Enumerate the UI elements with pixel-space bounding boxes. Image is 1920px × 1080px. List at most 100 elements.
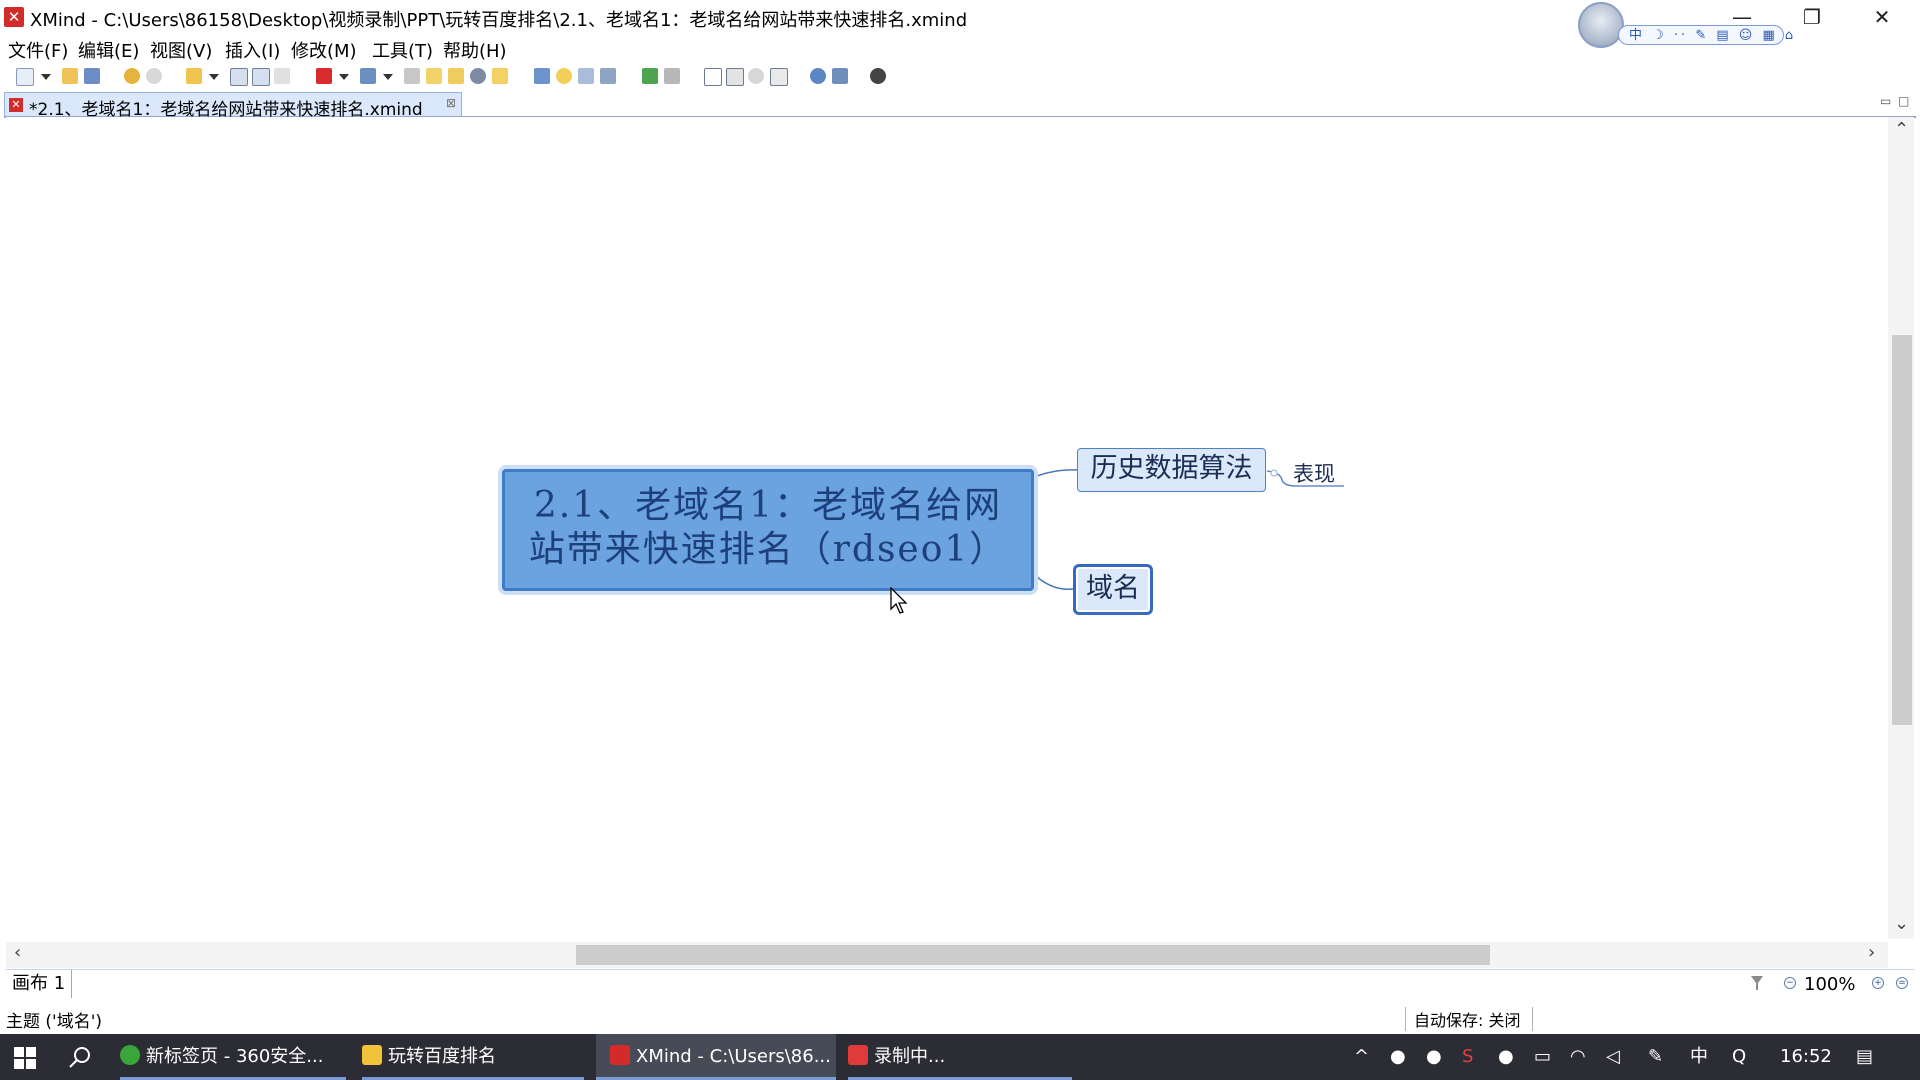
zoom-in-icon[interactable]: + xyxy=(1872,977,1884,989)
redo-icon[interactable] xyxy=(146,68,162,84)
chevron-down-icon[interactable] xyxy=(339,74,349,80)
document-tab[interactable]: ✕ *2.1、老域名1：老域名给网站带来快速排名.xmind ⊠ xyxy=(4,92,462,120)
zoom-fit-icon[interactable]: = xyxy=(1896,977,1908,989)
subtopic-performance[interactable]: 表现 xyxy=(1293,458,1335,488)
overview-icon[interactable] xyxy=(704,68,722,86)
taskbar-item-label: XMind - C:\Users\86... xyxy=(636,1046,831,1067)
battery-icon[interactable]: ▭ xyxy=(1534,1034,1551,1080)
qq-browser-tray-icon[interactable]: Q xyxy=(1732,1034,1746,1080)
taskbar-item-recorder[interactable]: 录制中... xyxy=(848,1034,1072,1080)
outline-icon[interactable] xyxy=(664,68,680,84)
menu-file[interactable]: 文件(F) xyxy=(8,37,68,63)
summary-icon[interactable] xyxy=(274,68,290,84)
editor-tab-strip: ✕ *2.1、老域名1：老域名给网站带来快速排名.xmind ⊠ xyxy=(4,92,1916,120)
windows-taskbar: 新标签页 - 360安全... 玩转百度排名 XMind - C:\Users\… xyxy=(0,1034,1920,1080)
upload-icon[interactable] xyxy=(832,68,848,84)
export-icon[interactable] xyxy=(810,68,826,84)
clock[interactable]: 16:52 xyxy=(1780,1034,1832,1080)
menu-modify[interactable]: 修改(M) xyxy=(291,37,357,63)
subtopic-icon[interactable] xyxy=(230,68,248,86)
tab-close-icon[interactable]: ⊠ xyxy=(446,96,456,110)
close-button[interactable]: ✕ xyxy=(1852,2,1912,32)
horizontal-scroll-thumb[interactable] xyxy=(576,945,1490,965)
central-topic[interactable]: 2.1、老域名1：老域名给网 站带来快速排名（rdseo1） xyxy=(502,469,1034,591)
taskbar-item-label: 新标签页 - 360安全... xyxy=(146,1046,324,1067)
comment-icon[interactable] xyxy=(492,68,508,84)
drilldown-icon[interactable] xyxy=(600,68,616,84)
notification-icon[interactable]: ▤ xyxy=(1856,1034,1873,1080)
volume-icon[interactable]: ◁ xyxy=(1606,1034,1620,1080)
qq-tray-icon[interactable]: ● xyxy=(1390,1034,1406,1080)
scroll-left-icon[interactable]: ‹ xyxy=(14,942,21,963)
image-icon[interactable] xyxy=(360,68,376,84)
title-bar: ✕ XMind - C:\Users\86158\Desktop\视频录制\PP… xyxy=(0,0,1920,48)
view-minimize-icon[interactable]: ▭ xyxy=(1880,94,1891,108)
chevron-down-icon[interactable] xyxy=(41,74,51,80)
settings-icon[interactable] xyxy=(870,68,886,84)
wifi-icon[interactable]: ◠ xyxy=(1570,1034,1586,1080)
taskbar-item-label: 录制中... xyxy=(874,1046,946,1067)
topic-icon[interactable] xyxy=(186,68,202,84)
status-bar: 主题 ('域名') 自动保存: 关闭 xyxy=(0,1003,1920,1033)
restore-button[interactable]: ❐ xyxy=(1782,2,1842,32)
filter-icon[interactable] xyxy=(578,68,594,84)
menu-tools[interactable]: 工具(T) xyxy=(372,37,433,63)
chevron-down-icon[interactable] xyxy=(209,74,219,80)
presentation-icon[interactable] xyxy=(316,68,332,84)
xmind-file-icon: ✕ xyxy=(9,98,23,112)
taskbar-item-xmind[interactable]: XMind - C:\Users\86... xyxy=(596,1034,836,1080)
new-icon[interactable] xyxy=(16,68,34,86)
label-icon[interactable] xyxy=(448,68,464,84)
sogou-ime-icon[interactable]: S xyxy=(1462,1034,1473,1080)
xmind-app-icon[interactable]: ✕ xyxy=(4,7,24,27)
taskbar-item-browser[interactable]: 新标签页 - 360安全... xyxy=(120,1034,346,1080)
sheet-tab[interactable]: 画布 1 xyxy=(6,970,73,998)
pen-icon[interactable]: ✎ xyxy=(1648,1034,1663,1080)
share-icon[interactable] xyxy=(770,68,788,86)
note-icon[interactable] xyxy=(426,68,442,84)
ime-indicator[interactable]: 中 xyxy=(1690,1034,1708,1080)
relationship-icon[interactable] xyxy=(556,68,572,84)
menu-insert[interactable]: 插入(I) xyxy=(225,37,280,63)
view-maximize-icon[interactable]: □ xyxy=(1898,94,1909,108)
hyperlink-icon[interactable] xyxy=(404,68,420,84)
zoom-icon[interactable] xyxy=(748,68,764,84)
scroll-right-icon[interactable]: › xyxy=(1868,942,1875,963)
filter-funnel-icon[interactable] xyxy=(1750,975,1764,991)
save-icon[interactable] xyxy=(84,68,100,84)
scroll-down-icon[interactable]: ⌄ xyxy=(1894,913,1909,934)
qq-tray-icon[interactable]: ● xyxy=(1498,1034,1514,1080)
zoom-out-icon[interactable]: − xyxy=(1784,977,1796,989)
qq-tray-icon[interactable]: ● xyxy=(1426,1034,1442,1080)
windows-start-icon[interactable] xyxy=(14,1047,36,1069)
branch-topic-domain[interactable]: 域名 xyxy=(1073,564,1153,615)
menu-edit[interactable]: 编辑(E) xyxy=(78,37,139,63)
xmind-taskbar-icon xyxy=(610,1045,630,1065)
browser-360-icon xyxy=(120,1045,140,1065)
menu-bar: 文件(F) 编辑(E) 视图(V) 插入(I) 修改(M) 工具(T) 帮助(H… xyxy=(0,34,1920,63)
central-topic-line1: 2.1、老域名1：老域名给网 xyxy=(533,485,1003,526)
drillup-icon[interactable] xyxy=(642,68,658,84)
minimize-button[interactable]: — xyxy=(1712,2,1772,32)
scroll-up-icon[interactable]: ⌃ xyxy=(1894,119,1909,140)
central-topic-line2: 站带来快速排名（rdseo1） xyxy=(528,529,1008,570)
tray-chevron-up-icon[interactable]: ^ xyxy=(1354,1034,1369,1080)
callout-icon[interactable] xyxy=(534,68,550,84)
open-icon[interactable] xyxy=(62,68,78,84)
taskbar-item-folder[interactable]: 玩转百度排名 xyxy=(362,1034,584,1080)
menu-help[interactable]: 帮助(H) xyxy=(443,37,507,63)
marker-icon[interactable] xyxy=(470,68,486,84)
vertical-scrollbar[interactable]: ⌃ ⌄ xyxy=(1888,117,1914,939)
chevron-down-icon[interactable] xyxy=(383,74,393,80)
search-icon[interactable] xyxy=(68,1046,92,1070)
branch-topic-history[interactable]: 历史数据算法 xyxy=(1077,448,1266,492)
recorder-icon xyxy=(848,1045,868,1065)
vertical-scroll-thumb[interactable] xyxy=(1892,335,1912,725)
menu-view[interactable]: 视图(V) xyxy=(150,37,212,63)
main-toolbar xyxy=(0,64,1920,90)
boundary-icon[interactable] xyxy=(252,68,270,86)
undo-icon[interactable] xyxy=(124,68,140,84)
brainstorm-icon[interactable] xyxy=(726,68,744,86)
selection-status: 主题 ('域名') xyxy=(6,1012,103,1032)
horizontal-scrollbar[interactable]: ‹ › xyxy=(6,942,1888,968)
